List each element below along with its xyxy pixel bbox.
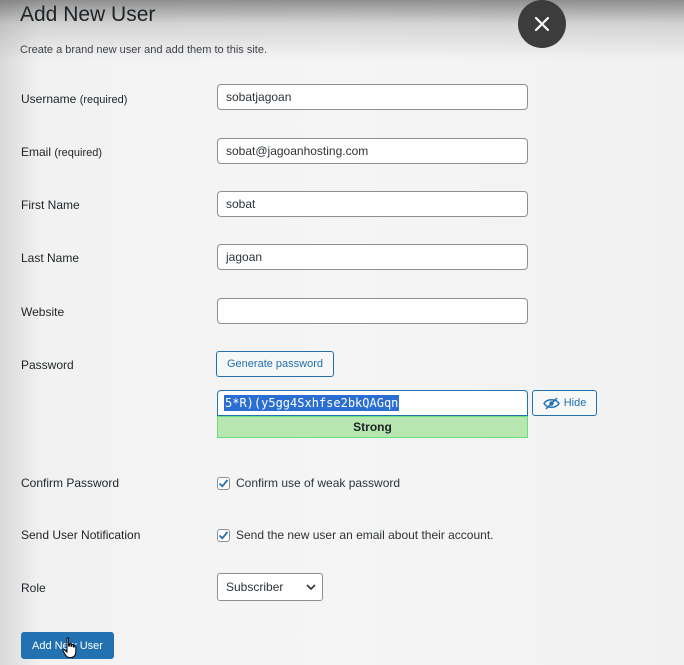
last-name-label: Last Name <box>21 251 80 265</box>
send-notification-label: Send User Notification <box>21 528 141 542</box>
confirm-password-label: Confirm Password <box>21 476 120 490</box>
role-selected-value: Subscriber <box>226 580 284 594</box>
email-required: (required) <box>54 147 103 159</box>
eye-slash-icon <box>542 396 560 410</box>
username-label: Username (required) <box>21 92 127 106</box>
website-field[interactable] <box>217 298 528 324</box>
first-name-field[interactable]: sobat <box>217 191 528 217</box>
role-label: Role <box>21 581 46 595</box>
password-label: Password <box>21 358 74 372</box>
password-strength-indicator: Strong <box>217 416 528 438</box>
first-name-label: First Name <box>21 198 80 212</box>
username-value: sobatjagoan <box>226 90 292 104</box>
first-name-value: sobat <box>226 197 256 211</box>
send-notification-checkbox[interactable] <box>217 528 230 542</box>
confirm-weak-password-row: Confirm use of weak password <box>217 476 400 490</box>
email-field[interactable]: sobat@jagoanhosting.com <box>217 138 528 164</box>
close-icon <box>534 16 550 32</box>
page-description: Create a brand new user and add them to … <box>20 44 268 56</box>
check-icon <box>218 478 229 488</box>
send-notification-text: Send the new user an email about their a… <box>236 528 494 542</box>
confirm-weak-password-checkbox[interactable] <box>217 476 230 490</box>
check-icon <box>218 530 229 540</box>
username-field[interactable]: sobatjagoan <box>217 84 528 110</box>
close-button[interactable] <box>518 0 566 48</box>
email-value: sobat@jagoanhosting.com <box>226 144 369 158</box>
website-label: Website <box>21 305 65 319</box>
confirm-weak-password-text: Confirm use of weak password <box>236 476 401 490</box>
last-name-field[interactable]: jagoan <box>217 244 528 270</box>
email-label-text: Email <box>21 145 52 159</box>
username-label-text: Username <box>21 92 77 106</box>
page-title: Add New User <box>20 3 156 26</box>
role-select[interactable]: Subscriber <box>217 573 323 601</box>
username-required: (required) <box>79 94 128 106</box>
hide-label: Hide <box>563 397 587 409</box>
password-field[interactable]: 5*R)(y5gg4Sxhfse2bkQAGqn <box>217 390 528 416</box>
hand-pointer-icon <box>62 637 77 658</box>
email-label: Email (required) <box>21 145 102 159</box>
chevron-down-icon <box>306 583 316 590</box>
hide-password-button[interactable]: Hide <box>532 390 597 416</box>
last-name-value: jagoan <box>226 250 263 264</box>
password-value: 5*R)(y5gg4Sxhfse2bkQAGqn <box>224 395 400 411</box>
send-notification-row: Send the new user an email about their a… <box>217 528 494 542</box>
generate-password-button[interactable]: Generate password <box>216 351 334 377</box>
